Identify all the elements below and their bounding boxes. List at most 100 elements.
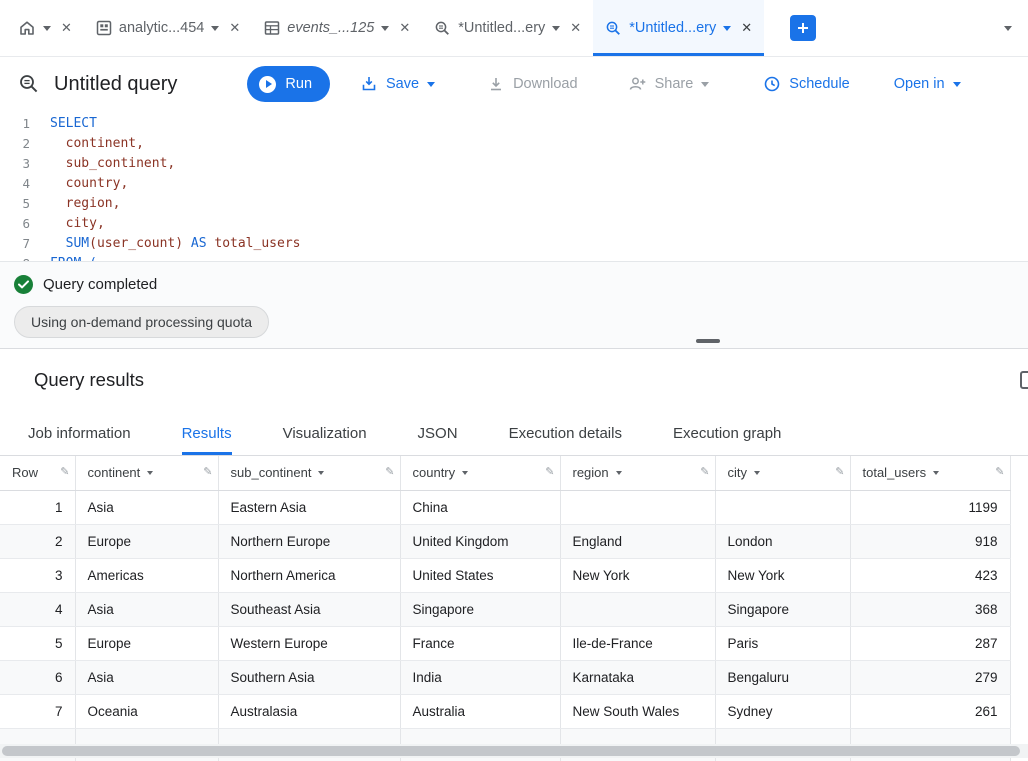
query-status-message: Query completed <box>43 276 158 293</box>
code-line: 2 continent, <box>0 134 1028 154</box>
close-icon[interactable]: ✕ <box>61 20 72 36</box>
clock-icon <box>764 76 780 92</box>
tab-execution-details[interactable]: Execution details <box>509 425 622 455</box>
success-check-icon <box>14 275 33 294</box>
code-line: 1 SELECT <box>0 114 1028 134</box>
tab-visualization[interactable]: Visualization <box>283 425 367 455</box>
scrollbar-thumb[interactable] <box>2 746 1020 756</box>
chevron-down-icon <box>427 81 436 87</box>
line-number: 7 <box>22 236 30 251</box>
table-row: 1 Asia Eastern Asia China 1199 <box>0 490 1011 525</box>
query-toolbar: Untitled query Run Save Download Share S… <box>0 57 1028 111</box>
chevron-down-icon[interactable] <box>211 25 220 31</box>
close-icon[interactable]: ✕ <box>229 20 240 36</box>
tab-label: analytic...454 <box>118 20 205 36</box>
tab-label: events_...125 <box>287 20 375 36</box>
pen-icon: ✎ <box>385 466 395 479</box>
query-icon <box>606 21 621 35</box>
chevron-down-icon[interactable] <box>552 25 561 31</box>
sql-editor[interactable]: 1 SELECT 2 continent, 3 sub_continent, 4 … <box>0 111 1028 261</box>
table-header-row: Row ✎ continent ✎ sub_continent ✎ country ✎ … <box>0 456 1011 491</box>
results-tab-bar: Job information Results Visualization JS… <box>0 411 1028 456</box>
tab-dataset-analytics[interactable]: analytic...454 ✕ <box>84 0 252 56</box>
table-row: 4 Asia Southeast Asia Singapore Singapore 368 <box>0 592 1011 627</box>
close-icon[interactable]: ✕ <box>570 20 581 36</box>
line-number: 4 <box>22 176 30 191</box>
editor-tab-bar: ✕ analytic...454 ✕ events_...125 ✕ *Unti… <box>0 0 1028 57</box>
pen-icon: ✎ <box>203 466 213 479</box>
chevron-down-icon[interactable] <box>723 25 732 31</box>
schedule-button[interactable]: Schedule <box>763 75 850 93</box>
code-line: 3 sub_continent, <box>0 154 1028 174</box>
home-icon <box>20 21 34 35</box>
quota-badge: Using on-demand processing quota <box>14 306 270 338</box>
schedule-label: Schedule <box>789 76 850 92</box>
fullscreen-results-icon[interactable] <box>1020 371 1028 389</box>
column-header-continent[interactable]: continent ✎ <box>75 456 219 491</box>
tab-overflow-chevron-icon[interactable] <box>1004 25 1012 31</box>
line-number: 3 <box>22 156 30 171</box>
save-button[interactable]: Save <box>360 75 436 93</box>
table-row: 5 Europe Western Europe France Ile-de-France… <box>0 626 1011 661</box>
chevron-down-icon[interactable] <box>462 470 469 475</box>
line-number: 1 <box>22 116 30 131</box>
tab-table-events[interactable]: events_...125 ✕ <box>252 0 422 56</box>
add-person-icon <box>629 77 645 90</box>
code-line: 4 country, <box>0 174 1028 194</box>
save-label: Save <box>386 76 420 92</box>
table-row: 6 Asia Southern Asia India Karnataka Bengalur… <box>0 660 1011 695</box>
chevron-down-icon[interactable] <box>754 470 760 475</box>
query-icon <box>18 73 40 95</box>
plus-icon <box>798 23 809 33</box>
open-in-button[interactable]: Open in <box>894 76 961 92</box>
line-number: 6 <box>22 216 30 231</box>
code-line: 5 region, <box>0 194 1028 214</box>
play-icon <box>259 75 277 93</box>
column-header-region[interactable]: region ✎ <box>560 456 716 491</box>
tab-home[interactable]: ✕ <box>6 0 84 56</box>
tab-untitled-query-1[interactable]: *Untitled...ery ✕ <box>422 0 593 56</box>
open-in-label: Open in <box>893 76 945 92</box>
column-header-sub-continent[interactable]: sub_continent ✎ <box>218 456 401 491</box>
code-line: 7 SUM (user_count) AS total_users <box>0 234 1028 254</box>
line-number: 5 <box>22 196 30 211</box>
query-status-panel: Query completed Using on-demand processi… <box>0 261 1028 348</box>
pen-icon: ✎ <box>995 466 1005 479</box>
horizontal-scrollbar[interactable] <box>0 744 1028 758</box>
column-header-row[interactable]: Row ✎ <box>0 456 76 491</box>
run-button[interactable]: Run <box>247 66 331 102</box>
table-row: 3 Americas Northern America United States Ne… <box>0 558 1011 593</box>
share-button[interactable]: Share <box>628 75 710 93</box>
tab-json[interactable]: JSON <box>418 425 458 455</box>
table-row: 7 Oceania Australasia Australia New South Wa… <box>0 694 1011 729</box>
column-header-country[interactable]: country ✎ <box>400 456 561 491</box>
add-tab-button[interactable] <box>790 15 817 41</box>
results-title: Query results <box>34 369 145 390</box>
tab-results[interactable]: Results <box>182 425 232 455</box>
code-line: 6 city, <box>0 214 1028 234</box>
tab-label: *Untitled...ery <box>458 20 546 36</box>
share-label: Share <box>654 76 694 92</box>
chevron-down-icon[interactable] <box>147 470 154 475</box>
tab-execution-graph[interactable]: Execution graph <box>673 425 781 455</box>
column-header-total-users[interactable]: total_users ✎ <box>850 456 1011 491</box>
tab-untitled-query-2-active[interactable]: *Untitled...ery ✕ <box>593 0 765 56</box>
tab-job-information[interactable]: Job information <box>28 425 131 455</box>
chevron-down-icon[interactable] <box>43 25 51 31</box>
close-icon[interactable]: ✕ <box>399 20 410 36</box>
close-icon[interactable]: ✕ <box>741 20 752 36</box>
column-header-city[interactable]: city ✎ <box>715 456 851 491</box>
line-number: 8 <box>0 254 50 261</box>
query-icon <box>435 21 450 35</box>
download-button[interactable]: Download <box>487 75 578 93</box>
panel-resize-handle[interactable] <box>696 339 720 343</box>
pen-icon: ✎ <box>835 466 845 479</box>
pen-icon: ✎ <box>700 466 710 479</box>
chevron-down-icon[interactable] <box>318 470 325 475</box>
chevron-down-icon[interactable] <box>381 25 390 31</box>
chevron-down-icon <box>952 81 961 87</box>
tab-label: *Untitled...ery <box>629 20 717 36</box>
chevron-down-icon[interactable] <box>933 470 940 475</box>
chevron-down-icon[interactable] <box>615 470 622 475</box>
line-number: 2 <box>22 136 30 151</box>
